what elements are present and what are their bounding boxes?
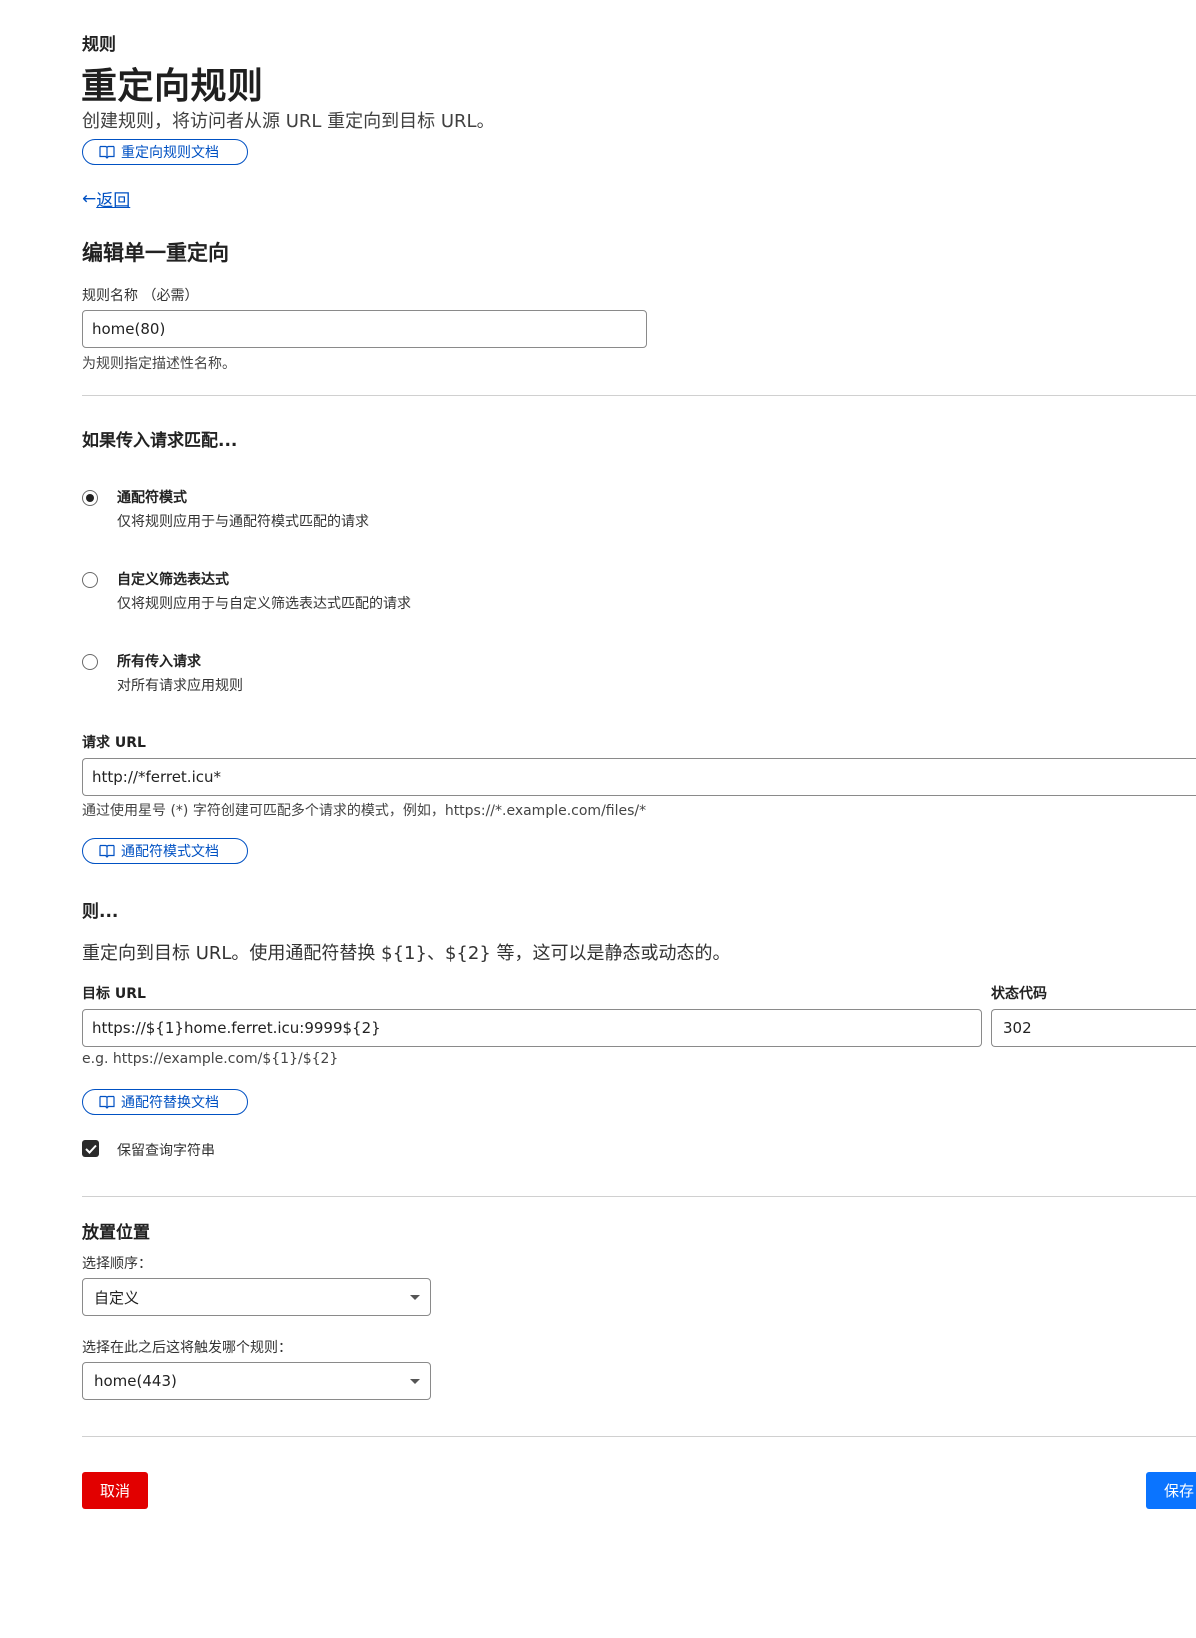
wildcard-replacement-docs-button[interactable]: 通配符替换文档 [82, 1089, 248, 1115]
after-rule-select[interactable]: home(443) [82, 1362, 431, 1400]
redirect-rules-docs-button[interactable]: 重定向规则文档 [82, 139, 248, 165]
target-url-label: 目标 URL [82, 986, 146, 1002]
back-link[interactable]: ← 返回 [82, 186, 131, 212]
match-title: 如果传入请求匹配... [82, 431, 238, 451]
wildcard-docs-button[interactable]: 通配符模式文档 [82, 838, 248, 864]
option-title: 自定义筛选表达式 [117, 572, 229, 588]
section-title: 编辑单一重定向 [82, 241, 229, 265]
target-url-help: e.g. https://example.com/${1}/${2} [82, 1051, 339, 1067]
check-icon [84, 1144, 97, 1154]
rule-name-input[interactable] [82, 310, 647, 348]
back-label: 返回 [96, 191, 131, 211]
docs-label: 通配符替换文档 [121, 1095, 219, 1111]
preserve-query-checkbox[interactable] [82, 1140, 99, 1157]
option-desc: 对所有请求应用规则 [117, 678, 243, 694]
book-icon [99, 1095, 115, 1109]
option-title: 所有传入请求 [117, 654, 201, 670]
chevron-down-icon [410, 1295, 420, 1300]
radio-dot [86, 494, 94, 502]
option-desc: 仅将规则应用于与通配符模式匹配的请求 [117, 514, 369, 530]
arrow-left-icon: ← [82, 188, 97, 209]
target-url-input[interactable] [82, 1009, 982, 1047]
request-url-help: 通过使用星号 (*) 字符创建可匹配多个请求的模式，例如，https://*.e… [82, 803, 647, 819]
book-icon [99, 844, 115, 858]
divider [82, 395, 1196, 396]
page-title: 重定向规则 [81, 66, 264, 107]
docs-label: 重定向规则文档 [121, 145, 219, 161]
placement-title: 放置位置 [82, 1223, 150, 1243]
chevron-down-icon [410, 1379, 420, 1384]
radio-custom-filter[interactable] [82, 572, 98, 588]
after-rule-label: 选择在此之后这将触发哪个规则： [82, 1340, 292, 1356]
radio-wildcard[interactable] [82, 490, 98, 506]
then-title: 则... [82, 902, 119, 922]
then-desc: 重定向到目标 URL。使用通配符替换 ${1}、${2} 等，这可以是静态或动态… [82, 943, 731, 964]
page-subtitle: 创建规则，将访问者从源 URL 重定向到目标 URL。 [82, 111, 495, 132]
order-label: 选择顺序： [82, 1256, 152, 1272]
docs-label: 通配符模式文档 [121, 844, 219, 860]
breadcrumb: 规则 [82, 35, 116, 55]
after-rule-value: home(443) [94, 1372, 177, 1390]
request-url-label: 请求 URL [82, 735, 146, 751]
book-icon [99, 145, 115, 159]
status-code-label: 状态代码 [991, 986, 1047, 1002]
status-code-value: 302 [1003, 1019, 1032, 1037]
option-desc: 仅将规则应用于与自定义筛选表达式匹配的请求 [117, 596, 411, 612]
preserve-query-label: 保留查询字符串 [117, 1143, 215, 1159]
divider [82, 1196, 1196, 1197]
cancel-button[interactable]: 取消 [82, 1472, 148, 1509]
status-code-select[interactable]: 302 [991, 1009, 1196, 1047]
divider [82, 1436, 1196, 1437]
order-value: 自定义 [94, 1288, 140, 1307]
rule-name-help: 为规则指定描述性名称。 [82, 356, 236, 372]
order-select[interactable]: 自定义 [82, 1278, 431, 1316]
option-title: 通配符模式 [117, 490, 187, 506]
request-url-input[interactable] [82, 758, 1196, 796]
save-button[interactable]: 保存 [1146, 1472, 1196, 1509]
radio-all-requests[interactable] [82, 654, 98, 670]
rule-name-label: 规则名称 （必需） [82, 288, 199, 304]
